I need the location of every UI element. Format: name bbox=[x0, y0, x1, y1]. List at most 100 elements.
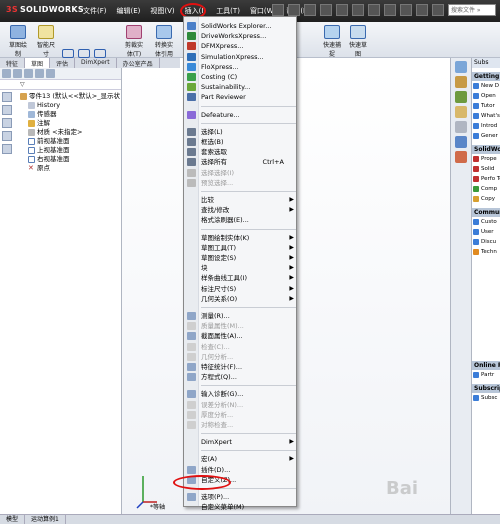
menu-item-30[interactable]: 特征统计(F)... bbox=[184, 362, 298, 372]
link-technical-alerts[interactable]: Techn bbox=[472, 247, 500, 257]
menu-item-2[interactable]: DFMXpress... bbox=[184, 41, 298, 51]
tree-item-front-plane[interactable]: 前视基准面 bbox=[20, 137, 121, 146]
tree-root[interactable]: 零件13 (默认<<默认>_显示状 bbox=[20, 92, 121, 101]
menu-item-5[interactable]: Costing (C) bbox=[184, 72, 298, 82]
section-subscription[interactable]: Subscript bbox=[472, 384, 500, 393]
display-icon[interactable] bbox=[416, 4, 428, 16]
link-compare[interactable]: Comp bbox=[472, 184, 500, 194]
light-icon[interactable] bbox=[384, 4, 396, 16]
tab-evaluate[interactable]: 评估 bbox=[50, 58, 76, 68]
tree-item-origin[interactable]: ✕ 原点 bbox=[20, 164, 121, 173]
menu-file[interactable]: 文件(F) bbox=[78, 6, 112, 18]
menu-item-15[interactable]: 比较 ▶ bbox=[184, 195, 298, 205]
menu-item-31[interactable]: 方程式(Q)... bbox=[184, 372, 298, 382]
hide-icon[interactable] bbox=[2, 118, 12, 128]
menu-item-25[interactable]: 测量(R)... bbox=[184, 311, 298, 321]
new-icon[interactable] bbox=[272, 4, 284, 16]
tab-sketch[interactable]: 草图 bbox=[25, 58, 51, 68]
tab-dimxpert[interactable]: DimXpert bbox=[75, 58, 117, 68]
link-introducing[interactable]: Introd bbox=[472, 121, 500, 131]
convert-entities-button[interactable]: 转换实 体引用 bbox=[148, 25, 180, 58]
menu-item-4[interactable]: FloXpress... bbox=[184, 62, 298, 72]
link-open[interactable]: Open bbox=[472, 91, 500, 101]
menu-item-38[interactable]: 插件(D)... bbox=[184, 465, 298, 475]
design-library-icon[interactable] bbox=[455, 76, 467, 88]
app-logo[interactable]: 3S SOLIDWORKS bbox=[6, 5, 84, 14]
tree-item-material[interactable]: 材质 <未指定> bbox=[20, 128, 121, 137]
open-icon[interactable] bbox=[288, 4, 300, 16]
menu-item-24[interactable]: 几何关系(O) ▶ bbox=[184, 294, 298, 304]
menu-item-10[interactable]: 框选(B) bbox=[184, 137, 298, 147]
menu-edit[interactable]: 编辑(E) bbox=[112, 6, 146, 18]
menu-item-32[interactable]: 输入诊断(G)... bbox=[184, 389, 298, 399]
link-general[interactable]: Gener bbox=[472, 131, 500, 141]
tree-item-history[interactable]: History bbox=[20, 101, 121, 110]
menu-item-6[interactable]: Sustainability... bbox=[184, 82, 298, 92]
line-tool-icon[interactable] bbox=[62, 49, 74, 58]
tree-item-annotations[interactable]: 注解 bbox=[20, 119, 121, 128]
menu-item-16[interactable]: 查找/修改 ▶ bbox=[184, 205, 298, 215]
display-manager-icon[interactable] bbox=[46, 69, 55, 78]
menu-view[interactable]: 视图(V) bbox=[145, 6, 179, 18]
link-subscription-services[interactable]: Subsc bbox=[472, 393, 500, 403]
search-input[interactable]: 搜索文件 » bbox=[448, 4, 496, 16]
section-community[interactable]: Communit bbox=[472, 208, 500, 217]
menu-item-0[interactable]: SolidWorks Explorer... bbox=[184, 21, 298, 31]
link-copy-settings[interactable]: Copy bbox=[472, 194, 500, 204]
menu-item-21[interactable]: 块 ▶ bbox=[184, 263, 298, 273]
arc-tool-icon[interactable] bbox=[78, 49, 90, 58]
tab-features[interactable]: 特征 bbox=[0, 58, 26, 68]
menu-item-8[interactable]: Defeature... bbox=[184, 110, 298, 120]
tree-item-sensors[interactable]: 传感器 bbox=[20, 110, 121, 119]
smart-dimension-button[interactable]: 智能尺 寸 bbox=[30, 25, 62, 58]
dimxpert-manager-icon[interactable] bbox=[35, 69, 44, 78]
search-files-icon[interactable] bbox=[455, 106, 467, 118]
menu-item-1[interactable]: DriveWorksXpress... bbox=[184, 31, 298, 41]
menu-item-18[interactable]: 草图绘制实体(K) ▶ bbox=[184, 233, 298, 243]
menu-item-12[interactable]: 选择所有 Ctrl+A bbox=[184, 157, 298, 167]
section-online-resources[interactable]: Online Re bbox=[472, 361, 500, 370]
menu-item-7[interactable]: Part Reviewer bbox=[184, 92, 298, 102]
view-palette-icon[interactable] bbox=[455, 121, 467, 133]
tab-model[interactable]: 模型 bbox=[0, 515, 26, 524]
tree-item-right-plane[interactable]: 右视基准面 bbox=[20, 155, 121, 164]
menu-item-36[interactable]: DimXpert ▶ bbox=[184, 437, 298, 447]
options-icon[interactable] bbox=[368, 4, 380, 16]
link-new-document[interactable]: New D bbox=[472, 81, 500, 91]
link-whats-new[interactable]: What's bbox=[472, 111, 500, 121]
rebuild-icon[interactable] bbox=[352, 4, 364, 16]
rollback-icon[interactable] bbox=[2, 144, 12, 154]
view-icon[interactable] bbox=[400, 4, 412, 16]
link-property-tab[interactable]: Prope bbox=[472, 154, 500, 164]
property-manager-icon[interactable] bbox=[13, 69, 22, 78]
appearances-icon[interactable] bbox=[455, 136, 467, 148]
custom-properties-icon[interactable] bbox=[455, 151, 467, 163]
link-partner-solutions[interactable]: Partr bbox=[472, 370, 500, 380]
flyout-icon[interactable] bbox=[2, 105, 12, 115]
link-discussion-forum[interactable]: Discu bbox=[472, 237, 500, 247]
menu-item-3[interactable]: SimulationXpress... bbox=[184, 52, 298, 62]
trim-entities-button[interactable]: 剪裁实 体(T) bbox=[118, 25, 150, 58]
section-getting-started[interactable]: Getting S bbox=[472, 72, 500, 81]
file-explorer-icon[interactable] bbox=[455, 91, 467, 103]
link-customer-portal[interactable]: Custo bbox=[472, 217, 500, 227]
link-user-groups[interactable]: User bbox=[472, 227, 500, 237]
menu-item-11[interactable]: 套索选取 bbox=[184, 147, 298, 157]
menu-item-19[interactable]: 草图工具(T) ▶ bbox=[184, 243, 298, 253]
tab-motion-study[interactable]: 运动算例1 bbox=[25, 515, 66, 524]
configuration-manager-icon[interactable] bbox=[24, 69, 33, 78]
spline-tool-icon[interactable] bbox=[94, 49, 106, 58]
feature-manager-icon[interactable] bbox=[2, 69, 11, 78]
undo-icon[interactable] bbox=[336, 4, 348, 16]
menu-item-40[interactable]: 选项(P)... bbox=[184, 492, 298, 502]
menu-item-9[interactable]: 选择(L) bbox=[184, 127, 298, 137]
menu-item-37[interactable]: 宏(A) ▶ bbox=[184, 454, 298, 464]
menu-item-23[interactable]: 标注尺寸(S) ▶ bbox=[184, 284, 298, 294]
tree-item-top-plane[interactable]: 上视基准面 bbox=[20, 146, 121, 155]
grid-icon[interactable] bbox=[432, 4, 444, 16]
menu-item-22[interactable]: 样条曲线工具(I) ▶ bbox=[184, 273, 298, 283]
link-solidworks-rx[interactable]: Solid bbox=[472, 164, 500, 174]
menu-item-20[interactable]: 草图设定(S) ▶ bbox=[184, 253, 298, 263]
menu-item-17[interactable]: 格式涂刷器(E)... bbox=[184, 215, 298, 225]
menu-item-27[interactable]: 截面属性(A)... bbox=[184, 331, 298, 341]
